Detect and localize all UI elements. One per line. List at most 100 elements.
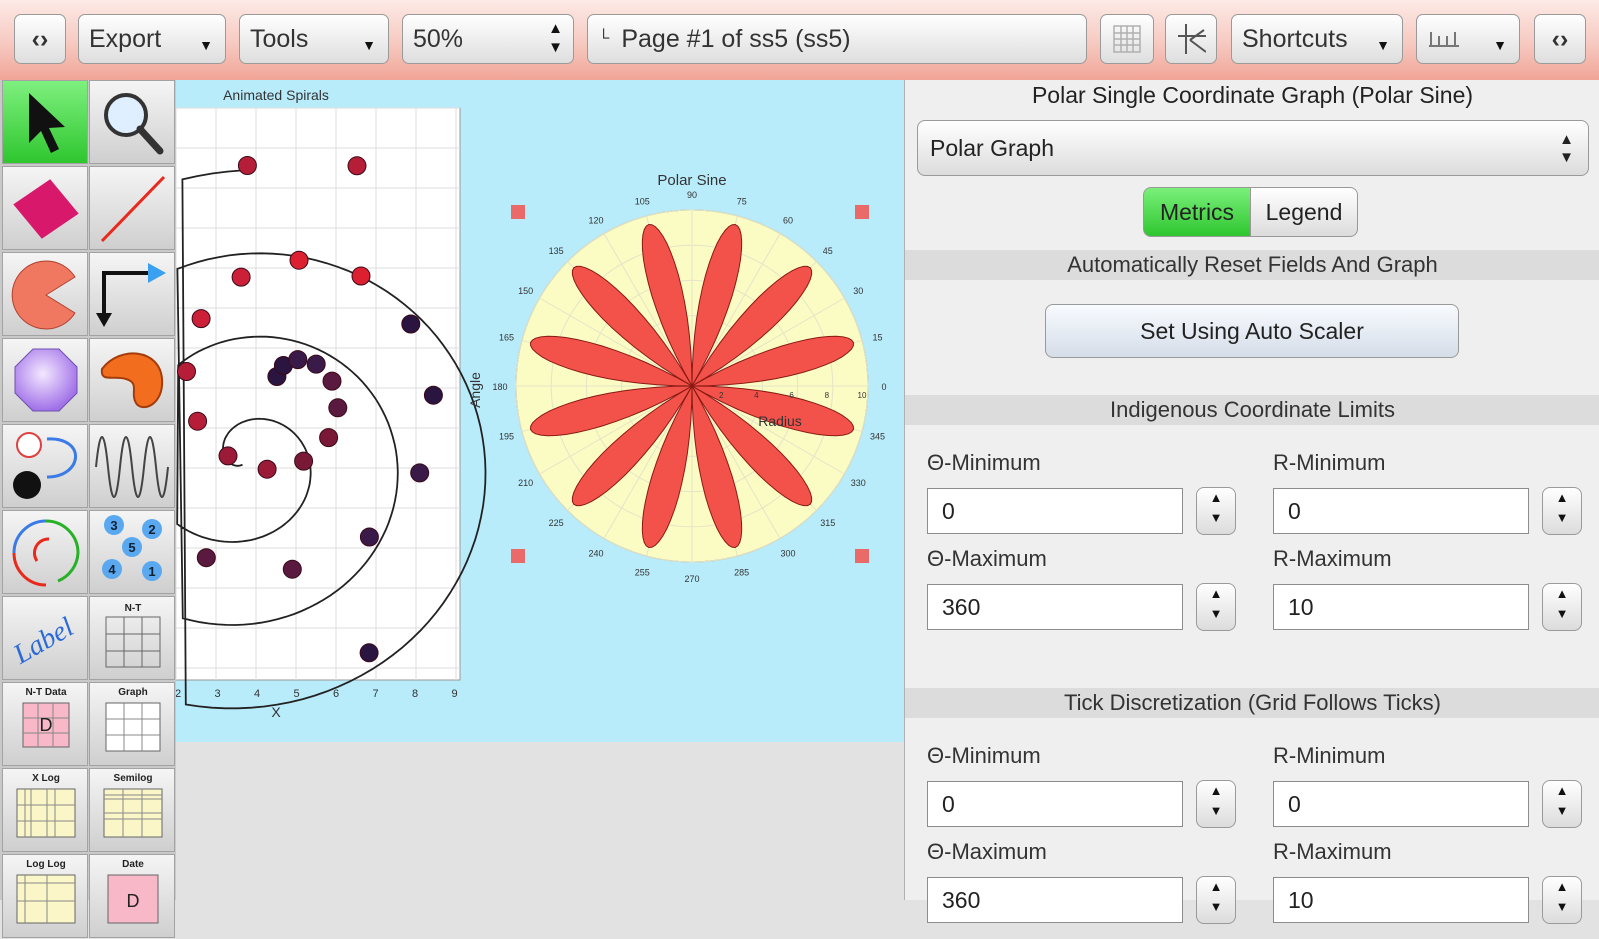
spiral-x-tick-label: 5 [293, 688, 299, 700]
limit-r-max-stepper[interactable]: ▲ ▼ [1542, 583, 1582, 631]
shortcuts-menu[interactable]: Shortcuts ▼ [1231, 14, 1403, 64]
section-limits-header: Indigenous Coordinate Limits [905, 395, 1599, 425]
date-grid-icon: Date D [107, 859, 159, 924]
auto-scaler-label: Set Using Auto Scaler [1140, 317, 1364, 344]
tick-r-min-label: R-Minimum [1273, 743, 1386, 768]
tab-legend[interactable]: Legend [1250, 187, 1358, 237]
spiral-tool[interactable] [2, 510, 88, 594]
selection-handle[interactable] [511, 549, 525, 563]
spiral-point [218, 446, 238, 466]
polar-graph[interactable]: Polar Sine 90756045301503453303153002852… [467, 172, 887, 584]
limit-theta-min-field[interactable]: 0 [927, 488, 1183, 534]
tick-r-max-field[interactable]: 10 [1273, 877, 1529, 923]
layout-menu[interactable]: ▼ [1416, 14, 1520, 64]
top-toolbar: ‹› Export ▼ Tools ▼ 50% ▲ ▼ └ Page #1 of … [0, 0, 1599, 80]
selection-handle[interactable] [855, 549, 869, 563]
line-tool[interactable] [89, 166, 175, 250]
tick-theta-min-label: Θ-Minimum [927, 743, 1041, 768]
limit-r-min-stepper[interactable]: ▲ ▼ [1542, 487, 1582, 535]
polar-radius-label: Radius [758, 413, 802, 429]
selection-handle[interactable] [855, 205, 869, 219]
tick-theta-min-field[interactable]: 0 [927, 781, 1183, 827]
limit-r-min-field[interactable]: 0 [1273, 488, 1529, 534]
graph-type-select[interactable]: Polar Graph ▲ ▼ [917, 120, 1589, 176]
collapse-right-button[interactable]: ‹› [1534, 14, 1586, 64]
arrow-cursor-icon [29, 93, 65, 153]
limit-theta-max-label: Θ-Maximum [927, 546, 1047, 571]
polygon-tool[interactable] [2, 338, 88, 422]
spiral-point [347, 156, 367, 176]
limit-theta-max-field[interactable]: 360 [927, 584, 1183, 630]
polar-angle-tick: 285 [734, 568, 749, 578]
semilog-tool[interactable]: Semilog [89, 768, 175, 852]
polar-angle-tick: 315 [820, 518, 835, 528]
polar-radius-tick: 2 [719, 391, 724, 400]
spiral-point [423, 385, 443, 405]
tick-r-min-stepper[interactable]: ▲ ▼ [1542, 780, 1582, 828]
curve-points-icon [13, 432, 77, 499]
limit-r-max-field[interactable]: 10 [1273, 584, 1529, 630]
bezier-tool[interactable] [2, 424, 88, 508]
tick-theta-max-stepper[interactable]: ▲ ▼ [1196, 876, 1236, 924]
tab-metrics[interactable]: Metrics [1143, 187, 1251, 237]
loglog-tool[interactable]: Log Log [2, 854, 88, 938]
collapse-left-button[interactable]: ‹› [14, 14, 66, 64]
function-tool[interactable] [89, 424, 175, 508]
dropdown-arrow-icon: ▼ [1493, 37, 1507, 53]
auto-scaler-button[interactable]: Set Using Auto Scaler [1045, 304, 1459, 358]
selection-handle[interactable] [511, 205, 525, 219]
tick-r-max-stepper[interactable]: ▲ ▼ [1542, 876, 1582, 924]
tick-theta-min-stepper[interactable]: ▲ ▼ [1196, 780, 1236, 828]
axis-tool-button[interactable] [1165, 14, 1217, 64]
tick-theta-max-field[interactable]: 360 [927, 877, 1183, 923]
polar-radius-tick: 4 [754, 391, 759, 400]
limit-theta-max-stepper[interactable]: ▲ ▼ [1196, 583, 1236, 631]
code-brackets-icon: ‹› [1551, 24, 1569, 53]
spiral-point [359, 643, 379, 663]
rectangle-tool[interactable] [2, 166, 88, 250]
page-selector[interactable]: └ Page #1 of ss5 (ss5) [587, 14, 1087, 64]
spiral-graph[interactable]: 2 3 4 5 6 7 8 9 X [175, 107, 487, 720]
pointer-tool[interactable] [2, 80, 88, 164]
graph-tool[interactable]: Graph [89, 682, 175, 766]
date-tool[interactable]: Date D [89, 854, 175, 938]
points-tool[interactable]: 3 254 1 [89, 510, 175, 594]
arc-tool[interactable] [2, 252, 88, 336]
point-number: 1 [148, 564, 155, 579]
limit-theta-min-stepper[interactable]: ▲ ▼ [1196, 487, 1236, 535]
polar-angle-tick: 180 [492, 382, 507, 392]
connector-tool[interactable] [89, 252, 175, 336]
polar-angle-tick: 15 [872, 332, 882, 342]
spiral-point [294, 451, 314, 471]
spiral-point [231, 267, 251, 287]
nt-graph-tool[interactable]: N-T [89, 596, 175, 680]
label-tool-text: Label [8, 612, 80, 671]
spiral-x-tick-label: 6 [333, 688, 339, 700]
label-icon: Label [8, 612, 80, 671]
zoom-select[interactable]: 50% ▲ ▼ [402, 14, 574, 64]
export-menu[interactable]: Export ▼ [78, 14, 226, 64]
nt-data-tool[interactable]: N-T Data D [2, 682, 88, 766]
limit-r-max-label: R-Maximum [1273, 546, 1392, 571]
grid-toggle-button[interactable] [1100, 14, 1154, 64]
spiral-point [282, 559, 302, 579]
dropdown-arrow-icon: ▼ [1376, 37, 1390, 53]
polar-angle-tick: 60 [783, 216, 793, 226]
document-canvas[interactable]: Animated Spirals 23456789 X Polar Sine 9… [175, 80, 904, 742]
xlog-tool[interactable]: X Log [2, 768, 88, 852]
spiral-graph-title: Animated Spirals [223, 87, 329, 103]
spiral-point [237, 156, 257, 175]
freeform-tool[interactable] [89, 338, 175, 422]
polar-angle-tick: 240 [588, 548, 603, 558]
zoom-tool[interactable] [89, 80, 175, 164]
polar-angle-tick: 300 [780, 548, 795, 558]
spiral-point [410, 463, 430, 483]
export-label: Export [89, 24, 162, 53]
tab-metrics-label: Metrics [1159, 198, 1235, 225]
section-ticks-header: Tick Discretization (Grid Follows Ticks) [905, 688, 1599, 718]
tick-r-min-field[interactable]: 0 [1273, 781, 1529, 827]
tools-menu[interactable]: Tools ▼ [239, 14, 389, 64]
label-tool[interactable]: Label [2, 596, 88, 680]
polar-angle-tick: 345 [870, 432, 885, 442]
spiral-point [188, 411, 208, 431]
